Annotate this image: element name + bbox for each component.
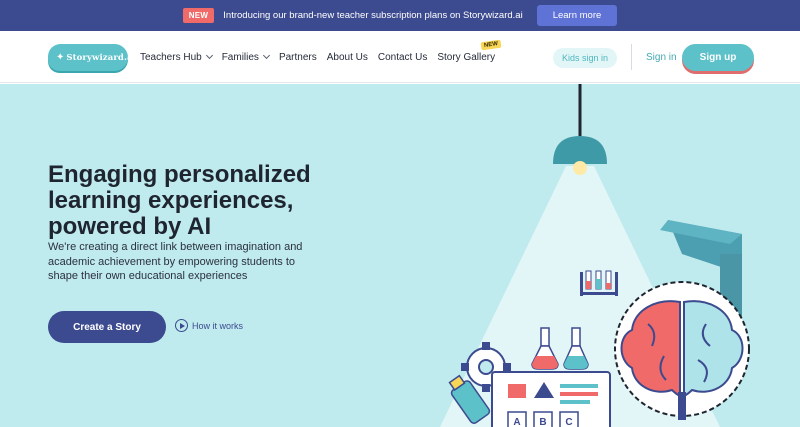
lamp-bulb [573, 161, 587, 175]
hero-title: Engaging personalized learning experienc… [48, 161, 311, 240]
board-letter-b: B [539, 417, 546, 427]
site-header: ✦ Storywizard.ai Teachers Hub Families P… [0, 31, 800, 83]
nav-item-families[interactable]: Families [221, 51, 270, 63]
nav-item-label: Families [221, 51, 259, 63]
hero-section: Engaging personalized learning experienc… [0, 84, 800, 427]
sign-up-button[interactable]: Sign up [682, 44, 754, 71]
chevron-down-icon [262, 51, 270, 60]
nav-item-label: Contact Us [377, 51, 428, 63]
magic-wand-icon: ✦ [56, 52, 65, 63]
nav-item-about-us[interactable]: About Us [327, 52, 368, 63]
nav-item-story-gallery[interactable]: Story Gallery NEW [437, 39, 502, 63]
nav-item-teachers-hub[interactable]: Teachers Hub [140, 51, 213, 63]
sign-in-link[interactable]: Sign in [646, 52, 677, 63]
nav-item-partners[interactable]: Partners [279, 52, 317, 63]
board-letter-a: A [513, 417, 520, 427]
how-it-works-label: How it works [192, 320, 244, 331]
new-tag: NEW [480, 39, 502, 50]
chalk-board: A B C [491, 371, 611, 427]
kids-sign-in-button[interactable]: Kids sign in [553, 48, 617, 68]
board-letter-c: C [565, 417, 572, 427]
hero-illustration: A B C [440, 84, 750, 427]
logo-text: Storywizard.ai [66, 52, 136, 63]
main-nav: Teachers Hub Families Partners About Us … [140, 31, 505, 83]
play-circle-icon [175, 319, 188, 332]
header-divider [631, 44, 632, 70]
new-badge: NEW [182, 8, 215, 23]
nav-item-label: Story Gallery [437, 51, 496, 63]
nav-item-label: Partners [278, 51, 317, 63]
logo[interactable]: ✦ Storywizard.ai [48, 44, 136, 71]
nav-item-contact-us[interactable]: Contact Us [378, 52, 427, 63]
announcement-message: Introducing our brand-new teacher subscr… [223, 10, 523, 21]
nav-item-label: About Us [326, 51, 368, 63]
announcement-bar: NEW Introducing our brand-new teacher su… [0, 0, 800, 31]
hero-subtitle: We're creating a direct link between ima… [48, 241, 303, 282]
create-story-button[interactable]: Create a Story [48, 311, 166, 343]
how-it-works-link[interactable]: How it works [175, 319, 243, 332]
learn-more-button[interactable]: Learn more [536, 5, 618, 26]
nav-item-label: Teachers Hub [140, 51, 202, 63]
chevron-down-icon [205, 51, 213, 60]
lamp-shade [553, 136, 607, 164]
